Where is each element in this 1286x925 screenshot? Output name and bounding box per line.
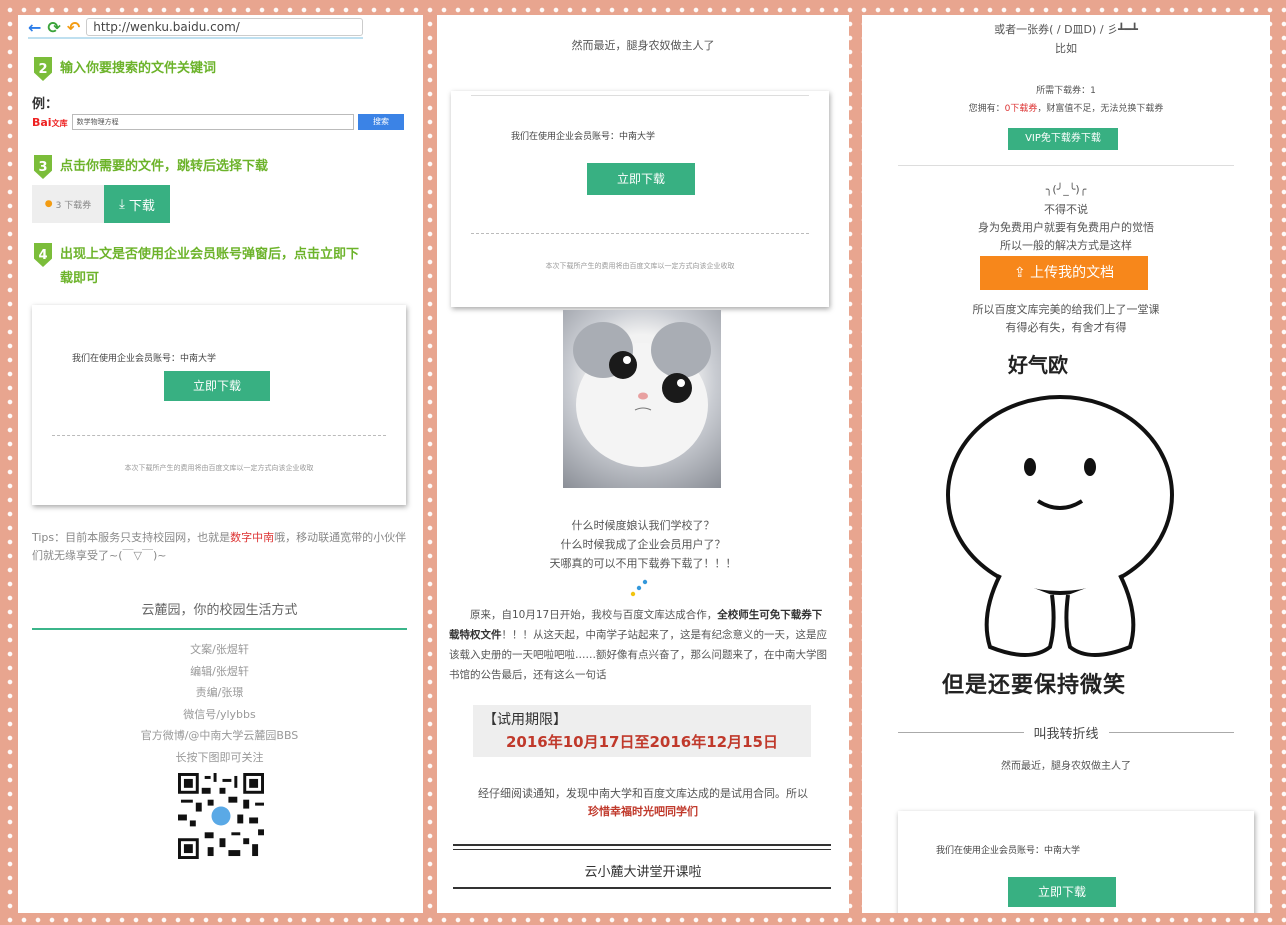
download-icon: ⤓: [119, 196, 125, 212]
baidu-logo: Bai文库: [32, 115, 68, 129]
meme-caption-bottom: 但是还要保持微笑: [942, 673, 1127, 698]
credit-line: 编辑/张煜轩: [190, 664, 249, 678]
panel-story: 然而最近，腿身农奴做主人了 我们在使用企业会员账号：中南大学 立即下载 本次下载…: [437, 15, 849, 913]
enterprise-dialog: 我们在使用企业会员账号：中南大学 立即下载: [898, 811, 1254, 913]
meme-caption-top: 好气欧: [1008, 353, 1068, 377]
enterprise-dialog: 我们在使用企业会员账号：中南大学 立即下载 本次下载所产生的费用将由百度文库以一…: [451, 91, 829, 307]
credit-line: 责编/张璟: [195, 686, 244, 699]
text-line: 所以一般的解决方式是这样: [1000, 239, 1132, 252]
text-line: 有得必有失，有舍才有得: [1005, 321, 1127, 334]
dialog-message: 我们在使用企业会员账号：中南大学: [72, 354, 217, 364]
text-line: 身为免费用户就要有免费用户的觉悟: [978, 221, 1154, 234]
top-line: 然而最近，腿身农奴做主人了: [571, 39, 715, 52]
story-paragraph: 原来，自10月17日开始，我校与百度文库达成合作，全校师生可免下载券下载特权文件…: [449, 609, 827, 681]
download-now-button[interactable]: 立即下载: [1008, 877, 1116, 907]
section-divider: 叫我转折线: [898, 723, 1235, 742]
upload-icon: ⇪: [1013, 265, 1031, 281]
download-now-button[interactable]: 立即下载: [164, 371, 270, 401]
step-number-badge: 2: [34, 57, 52, 81]
step-text: 输入你要搜索的文件关键词: [60, 61, 217, 76]
step-2: 2 输入你要搜索的文件关键词: [34, 57, 216, 81]
shrug-emoticon: ╮(╯_╰)╭: [1045, 183, 1087, 196]
panel-instructions: ← ⟳ ↶ http://wenku.baidu.com/ 2 输入你要搜索的文…: [18, 15, 423, 913]
divider-title: 叫我转折线: [1033, 727, 1099, 742]
text-line: 所以百度文库完美的给我们上了一堂课: [972, 303, 1160, 316]
top-line: 比如: [1055, 42, 1077, 55]
top-divider: [471, 95, 809, 96]
need-coupons: 所需下载券：1: [1036, 86, 1096, 96]
trial-dates: 2016年10月17日至2016年12月15日: [506, 733, 778, 751]
tips-text: Tips：目前本服务只支持校园网，也就是数字中南哦，移动联通宽带的小伙伴们就无缘…: [32, 531, 407, 562]
closing-highlight: 珍惜幸福时光吧同学们: [588, 805, 698, 818]
question-line: 什么时候度娘认我们学校了？: [571, 519, 715, 532]
step-text: 出现上文是否使用企业会员账号弹窗后，点击立即下 载即可: [60, 247, 360, 286]
trial-label: 【试用期限】: [483, 712, 567, 728]
download-count: ● 3 下载券: [32, 185, 104, 223]
download-button[interactable]: ⤓ 下载: [104, 185, 170, 223]
dashed-divider: [471, 233, 809, 234]
url-field[interactable]: http://wenku.baidu.com/: [86, 18, 363, 36]
dialog-message: 我们在使用企业会员账号：中南大学: [511, 132, 656, 142]
dialog-note: 本次下载所产生的费用将由百度文库以一定方式向该企业收取: [545, 262, 735, 270]
credits-list: 文案/张煜轩 编辑/张煜轩 责编/张璟 微信号/ylybbs 官方微博/@中南大…: [32, 639, 407, 768]
step-number-badge: 4: [34, 243, 52, 267]
back-arrow-icon[interactable]: ←: [28, 18, 41, 37]
rule-top-thin: [453, 849, 831, 850]
download-now-button[interactable]: 立即下载: [587, 163, 695, 195]
smiling-blob-meme: [946, 395, 1174, 657]
dialog-message: 我们在使用企业会员账号：中南大学: [936, 846, 1081, 856]
dialog-note: 本次下载所产生的费用将由百度文库以一定方式向该企业收取: [124, 464, 314, 472]
divider-subtitle: 然而最近，腿身农奴做主人了: [1001, 761, 1131, 772]
credit-line: 文案/张煜轩: [190, 643, 249, 656]
credit-line: 微信号/ylybbs: [183, 707, 256, 721]
text-line: 不得不说: [1044, 203, 1088, 216]
step-number-badge: 3: [34, 155, 52, 179]
search-button[interactable]: 搜索: [358, 114, 404, 130]
browser-address-bar: ← ⟳ ↶ http://wenku.baidu.com/: [28, 17, 363, 39]
search-input[interactable]: 数学物理方程: [71, 114, 354, 130]
step-text: 点击你需要的文件，跳转后选择下载: [60, 159, 269, 174]
panel-meme: 或者一张券( / D皿D) / 彡┻━┻ 比如 所需下载券：1 您拥有：0下载券…: [862, 15, 1270, 913]
dashed-divider: [52, 435, 386, 436]
own-coupons: 您拥有：0下载券，财富值不足，无法兑换下载券: [968, 104, 1164, 114]
question-line: 什么时候我成了企业会员用户了？: [560, 538, 726, 551]
vip-download-button[interactable]: VIP免下载券下载: [1008, 128, 1118, 150]
qr-code[interactable]: [178, 773, 264, 859]
slogan: 云麓园，你的校园生活方式: [32, 599, 407, 630]
rule-bottom: [453, 887, 831, 889]
question-line: 天哪真的可以不用下载券下载了！！！: [549, 557, 737, 570]
dots-decoration-icon: [630, 579, 648, 597]
step-3: 3 点击你需要的文件，跳转后选择下载: [34, 155, 268, 179]
trial-period-box: 【试用期限】 2016年10月17日至2016年12月15日: [473, 705, 811, 757]
lecture-heading: 云小麓大讲堂开课啦: [584, 865, 702, 880]
credit-line: 官方微博/@中南大学云麓园BBS: [140, 729, 299, 742]
cat-photo: [563, 310, 721, 488]
upload-document-button[interactable]: ⇪ 上传我的文档: [980, 256, 1148, 290]
refresh-icon[interactable]: ⟳: [47, 18, 60, 37]
top-line: 或者一张券( / D皿D) / 彡┻━┻: [994, 23, 1138, 36]
closing-line: 经仔细阅读通知，发现中南大学和百度文库达成的是试用合同。所以: [478, 787, 808, 800]
download-row: ● 3 下载券 ⤓ 下载: [32, 185, 170, 223]
enterprise-dialog: 我们在使用企业会员账号：中南大学 立即下载 本次下载所产生的费用将由百度文库以一…: [32, 305, 406, 505]
undo-icon[interactable]: ↶: [67, 18, 80, 37]
divider: [898, 165, 1234, 166]
coin-icon: ●: [44, 199, 53, 209]
example-label: 例：: [32, 97, 59, 112]
credit-line: 长按下图即可关注: [175, 750, 264, 764]
rule-top: [453, 844, 831, 846]
step-4: 4 出现上文是否使用企业会员账号弹窗后，点击立即下 载即可: [34, 243, 359, 291]
baidu-search-bar: Bai文库 数学物理方程 搜索: [32, 113, 404, 131]
